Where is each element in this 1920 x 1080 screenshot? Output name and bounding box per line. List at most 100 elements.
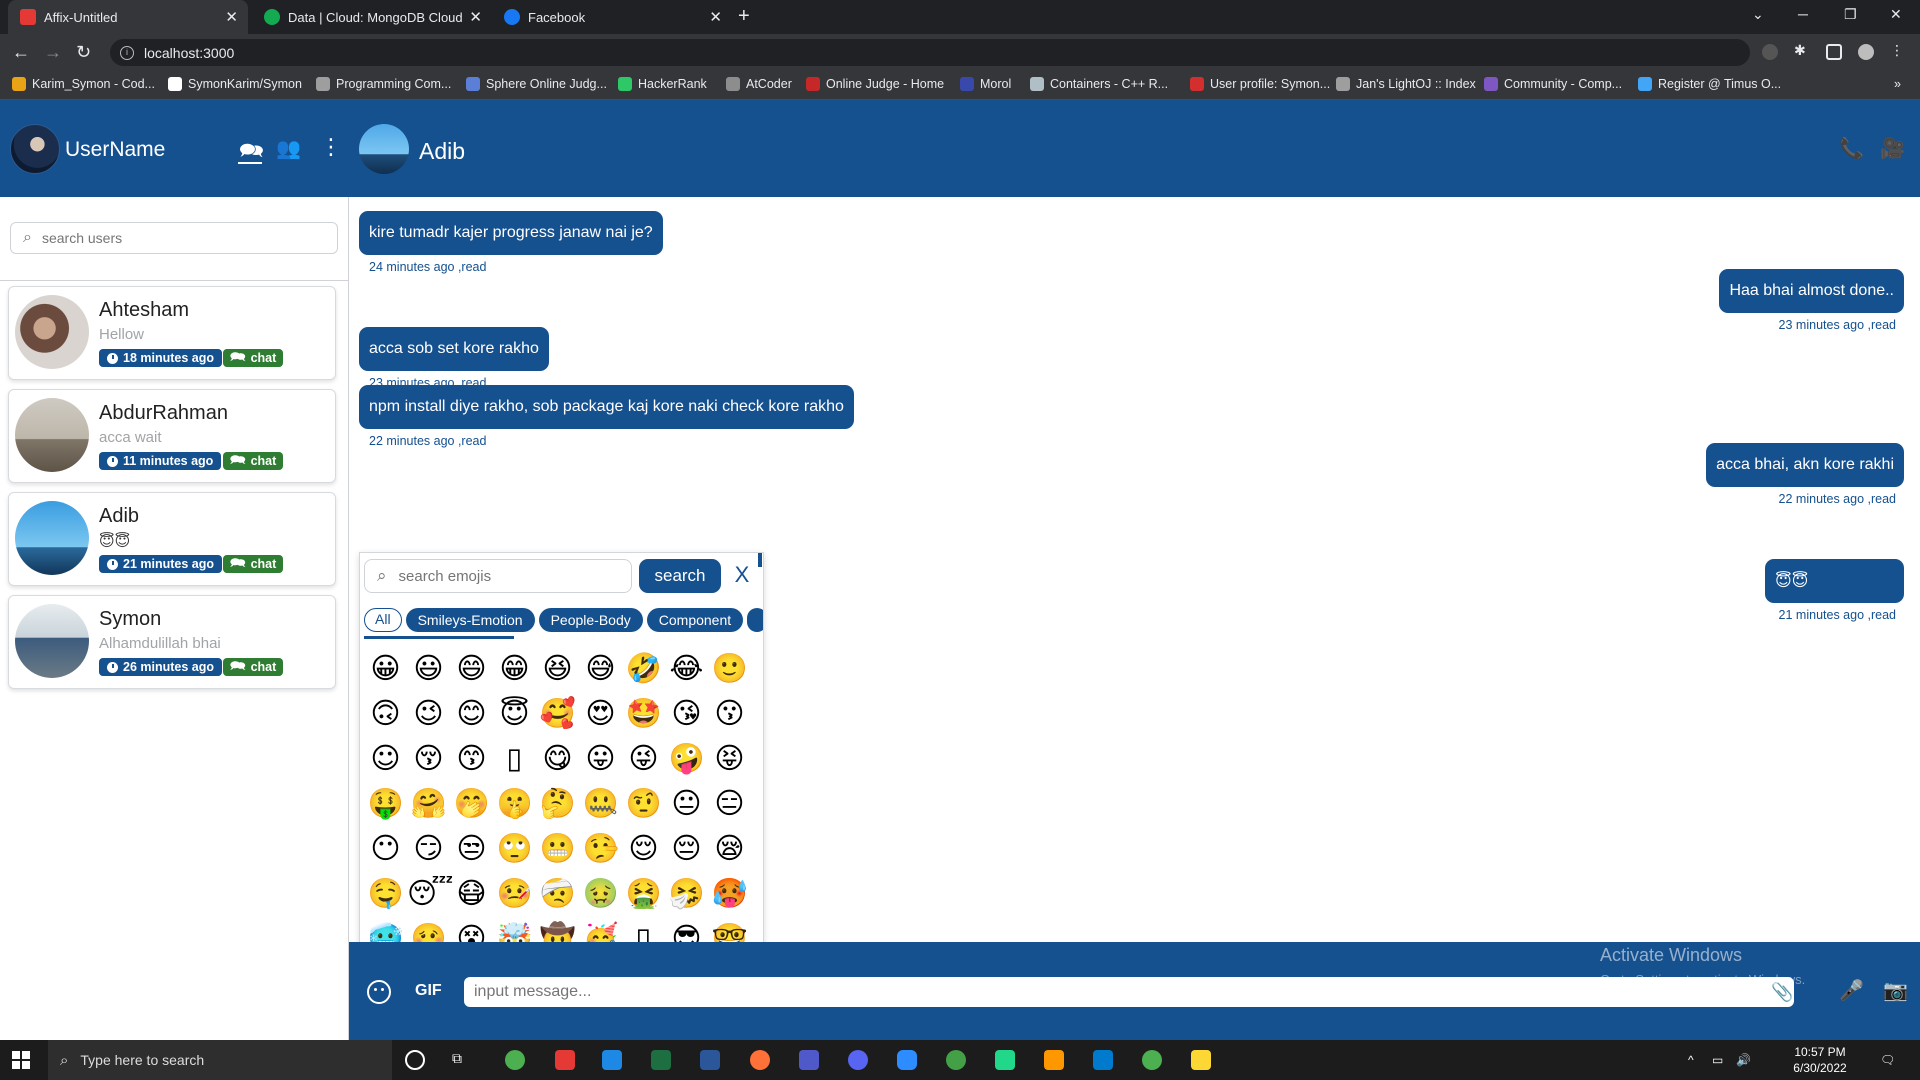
emoji-item[interactable]: 😙	[450, 736, 493, 781]
bookmark-item[interactable]: Karim_Symon - Cod...	[12, 77, 155, 91]
emoji-item[interactable]: 🤩	[622, 691, 665, 736]
emoji-item[interactable]: 🤧	[665, 871, 708, 916]
emoji-item[interactable]: 😴	[407, 871, 454, 916]
excel-icon[interactable]	[651, 1050, 671, 1070]
contact-card-adib[interactable]: Adib 😇😇 21 minutes ago 🗪 chat	[8, 492, 336, 586]
chrome-icon[interactable]	[505, 1050, 525, 1070]
bookmark-item[interactable]: Sphere Online Judg...	[466, 77, 607, 91]
sublime-icon[interactable]	[1044, 1050, 1064, 1070]
category-more[interactable]	[747, 608, 763, 632]
vscode-icon[interactable]	[1093, 1050, 1113, 1070]
emoji-item[interactable]: 😑	[708, 781, 751, 826]
emoji-item[interactable]: 😆	[536, 646, 579, 691]
taskbar-search[interactable]: ⌕ Type here to search	[48, 1040, 392, 1080]
emoji-search-button[interactable]: search	[639, 559, 721, 593]
emoji-item[interactable]: 🥰	[536, 691, 579, 736]
menu-icon[interactable]: ⋮	[1890, 42, 1906, 58]
chat-badge[interactable]: 🗪 chat	[223, 555, 284, 573]
emoji-item[interactable]: 😋	[536, 736, 579, 781]
close-picker-button[interactable]: X	[731, 563, 753, 587]
tab-mongodb[interactable]: Data | Cloud: MongoDB Cloud ✕	[252, 0, 492, 34]
emoji-item[interactable]: 😏	[407, 826, 450, 871]
search-users-input[interactable]	[41, 230, 312, 246]
bookmark-item[interactable]: Programming Com...	[316, 77, 451, 91]
emoji-item[interactable]: 😍	[579, 691, 622, 736]
omnibox[interactable]: i localhost:3000	[110, 39, 1750, 66]
bookmark-item[interactable]: SymonKarim/Symon	[168, 77, 302, 91]
emoji-item[interactable]: 🥵	[708, 871, 751, 916]
emoji-item[interactable]: 😪	[708, 826, 751, 871]
emoji-item[interactable]: 🤭	[450, 781, 493, 826]
chats-icon[interactable]: 🗪	[239, 136, 264, 170]
back-icon[interactable]: ←	[12, 42, 30, 63]
bookmark-item[interactable]: Containers - C++ R...	[1030, 77, 1168, 91]
emoji-item[interactable]: 😔	[665, 826, 708, 871]
cortana-icon[interactable]	[405, 1050, 425, 1070]
emoji-item[interactable]: 😘	[665, 691, 708, 736]
emoji-item[interactable]: 😀	[364, 646, 407, 691]
bookmark-item[interactable]: Community - Comp...	[1484, 77, 1622, 91]
emoji-item[interactable]: 🤫	[493, 781, 536, 826]
new-tab-icon[interactable]: +	[738, 5, 750, 28]
search-users-field[interactable]: ⌕	[10, 222, 338, 254]
emoji-item[interactable]: 😂	[665, 646, 708, 691]
category-component[interactable]: Component	[646, 608, 744, 632]
contact-card-abdurrahman[interactable]: AbdurRahman acca wait 11 minutes ago 🗪 ch…	[8, 389, 336, 483]
emoji-item[interactable]: 🙃	[364, 691, 407, 736]
network-icon[interactable]: ▭	[1712, 1052, 1723, 1068]
extension-icon[interactable]	[1762, 44, 1778, 60]
chat-badge[interactable]: 🗪 chat	[223, 658, 284, 676]
tab-facebook[interactable]: Facebook ✕	[492, 0, 732, 34]
emoji-button-icon[interactable]	[367, 980, 391, 1004]
emoji-item[interactable]: 🤔	[536, 781, 579, 826]
emoji-item[interactable]: 🤨	[622, 781, 665, 826]
emoji-item[interactable]: 😇	[493, 691, 536, 736]
emoji-item[interactable]: 😁	[493, 646, 536, 691]
emoji-item[interactable]: 🤗	[407, 781, 450, 826]
minimize-icon[interactable]: ─	[1798, 6, 1808, 22]
avatar[interactable]	[10, 124, 60, 174]
bookmark-item[interactable]: Online Judge - Home	[806, 77, 944, 91]
camera-icon[interactable]: 📷	[1883, 978, 1908, 1003]
store-icon[interactable]	[602, 1050, 622, 1070]
profile-avatar[interactable]	[1858, 44, 1874, 60]
emoji-item[interactable]: ☺	[364, 736, 407, 781]
site-info-icon[interactable]: i	[120, 45, 134, 60]
pycharm-icon[interactable]	[995, 1050, 1015, 1070]
bookmark-item[interactable]: Jan's LightOJ :: Index	[1336, 77, 1476, 91]
emoji-item[interactable]: 😛	[579, 736, 622, 781]
emoji-item[interactable]: 🤤	[364, 871, 407, 916]
emoji-item[interactable]: 🤣	[622, 646, 665, 691]
windows-start-icon[interactable]	[12, 1051, 30, 1069]
message-input[interactable]	[474, 983, 1754, 1001]
bookmark-item[interactable]: Morol	[960, 77, 1011, 91]
emoji-item[interactable]: 😐	[665, 781, 708, 826]
chat-badge[interactable]: 🗪 chat	[223, 452, 284, 470]
restore-icon[interactable]: ❐	[1844, 6, 1857, 23]
close-tab-icon[interactable]: ✕	[469, 8, 482, 26]
emoji-item[interactable]: 😉	[407, 691, 450, 736]
emoji-item[interactable]: 🙂	[708, 646, 751, 691]
emoji-item[interactable]: 🤒	[493, 871, 536, 916]
firefox-icon[interactable]	[750, 1050, 770, 1070]
contact-card-ahtesham[interactable]: Ahtesham Hellow 18 minutes ago 🗪 chat	[8, 286, 336, 380]
emoji-item[interactable]: 😃	[407, 646, 450, 691]
bookmarks-overflow-icon[interactable]: »	[1894, 77, 1901, 91]
zoom-icon[interactable]	[897, 1050, 917, 1070]
emoji-item[interactable]: 😗	[708, 691, 751, 736]
bookmark-item[interactable]: Register @ Timus O...	[1638, 77, 1781, 91]
gif-button[interactable]: GIF	[415, 982, 442, 1000]
emoji-item[interactable]: 😌	[622, 826, 665, 871]
side-panel-icon[interactable]	[1826, 44, 1842, 60]
more-menu-icon[interactable]: ⋮	[320, 134, 342, 160]
discord-icon[interactable]	[848, 1050, 868, 1070]
teams-icon[interactable]	[799, 1050, 819, 1070]
bookmark-item[interactable]: HackerRank	[618, 77, 707, 91]
emoji-item[interactable]: 🤐	[579, 781, 622, 826]
chat-badge[interactable]: 🗪 chat	[223, 349, 284, 367]
phone-icon[interactable]: 📞	[1839, 136, 1864, 161]
emoji-item[interactable]: 🤪	[665, 736, 708, 781]
bookmark-item[interactable]: User profile: Symon...	[1190, 77, 1330, 91]
emoji-item[interactable]: 😝	[708, 736, 751, 781]
category-people-body[interactable]: People-Body	[538, 608, 643, 632]
